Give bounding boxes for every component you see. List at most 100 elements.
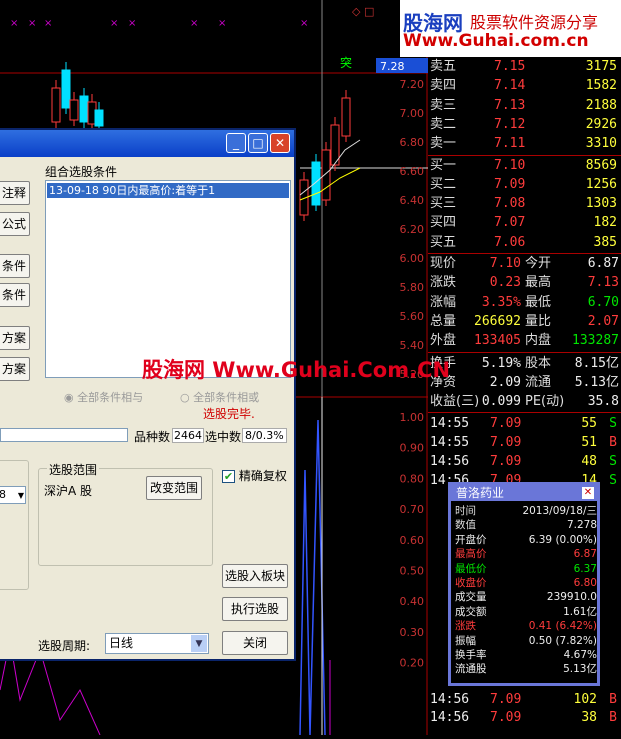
ask-price: 7.14 [494, 78, 526, 94]
bid-label: 买四 [430, 215, 457, 231]
bid-row: 买四 7.07 182 [428, 213, 621, 232]
tick-side: B [609, 710, 617, 725]
popup-value: 4.67% [563, 649, 597, 661]
diamond-marker: ◇ [352, 5, 361, 18]
popup-key: 最低价 [455, 562, 487, 575]
tick-vol: 51 [581, 435, 597, 451]
bid-price: 7.10 [494, 157, 526, 173]
tick-time: 14:55 [430, 416, 470, 432]
vol-tick-label: 0.70 [400, 503, 425, 516]
popup-row: 成交量 239910.0 [455, 590, 597, 604]
bid-row: 买二 7.09 1256 [428, 175, 621, 194]
price-tick-label: 6.20 [400, 223, 425, 236]
vol-tick-label: 0.80 [400, 472, 425, 485]
period-select[interactable]: 日线 ▼ [105, 633, 209, 654]
stat-row: 总量 266692 量比 2.07 [428, 312, 621, 331]
popup-row: 流通股 5.13亿 [455, 662, 597, 676]
stat-value: 0.099 [481, 394, 521, 410]
popup-row: 开盘价 6.39 (0.00%) [455, 533, 597, 547]
popup-row: 涨跌 0.41 (6.42%) [455, 619, 597, 633]
bid-vol: 8569 [585, 157, 617, 173]
close-icon[interactable]: ✕ [270, 133, 290, 153]
period-select-value: 日线 [109, 636, 134, 650]
exact-adjust-checkbox[interactable]: ✔ 精确复权 [222, 467, 287, 484]
ask-label: 卖三 [430, 97, 457, 113]
bid-row: 买五 7.06 385 [428, 233, 621, 252]
bid-label: 买三 [430, 196, 457, 212]
popup-value: 0.50 (7.82%) [528, 634, 597, 647]
tick-side: S [609, 473, 617, 489]
stat-value: 133287 [572, 333, 619, 349]
close-button[interactable]: 关闭 [222, 631, 288, 655]
annotate-button[interactable]: 注释 [0, 181, 30, 205]
stat-value: 2.07 [587, 313, 619, 329]
tick-row: 14:56 7.09 48 S [428, 452, 621, 471]
save-plan-button[interactable]: 方案 [0, 357, 30, 381]
partial-select[interactable]: 8 ▼ [0, 486, 26, 504]
formula-button[interactable]: 公式 [0, 212, 30, 236]
vol-tick-label: 0.90 [400, 442, 425, 455]
tick-vol: 102 [573, 692, 597, 707]
maximize-icon[interactable]: □ [248, 133, 268, 153]
ask-label: 卖五 [430, 59, 457, 74]
price-tick-label: 7.00 [400, 107, 425, 120]
tick-time: 14:56 [430, 454, 470, 470]
popup-row: 成交额 1.61亿 [455, 605, 597, 619]
stat-value: 0.23 [489, 275, 521, 291]
stat-label: 收益(三) [430, 394, 480, 410]
delete-condition-button[interactable]: 条件 [0, 283, 30, 307]
radio-or[interactable]: ○ 全部条件相或 [180, 389, 259, 405]
vol-tick-label: 0.20 [400, 657, 425, 670]
change-range-button[interactable]: 改变范围 [146, 476, 202, 500]
bar-info-popup: 普洛药业 ✕ 时间 2013/09/18/三 数值 7.278 开盘价 6.39 (0.0… [448, 482, 600, 686]
radio-and[interactable]: ◉ 全部条件相与 [64, 389, 143, 405]
candle-body [61, 69, 71, 109]
condition-item[interactable]: 13-09-18 90日内最高价:着等于1 [47, 183, 289, 198]
popup-value: 6.39 (0.00%) [528, 533, 597, 546]
popup-value: 6.87 [573, 548, 597, 561]
popup-key: 涨跌 [455, 620, 476, 633]
close-icon[interactable]: ✕ [582, 487, 594, 499]
chevron-down-icon: ▼ [191, 635, 207, 652]
stat-value: 7.13 [587, 275, 619, 291]
bid-label: 买二 [430, 176, 457, 192]
price-tick-label: 5.60 [400, 310, 425, 323]
popup-key: 时间 [455, 505, 476, 517]
run-selection-button[interactable]: 执行选股 [222, 597, 288, 621]
ask-row: 卖五 7.15 3175 [428, 57, 621, 76]
logo-url: Www.Guhai.com.cn [403, 31, 589, 51]
popup-row: 最高价 6.87 [455, 547, 597, 561]
popup-row: 数值 7.278 [455, 518, 597, 532]
tick-price: 7.09 [490, 416, 522, 432]
stat-row: 换手 5.19% 股本 8.15亿 [428, 354, 621, 373]
popup-row: 最低价 6.37 [455, 562, 597, 576]
condition-list[interactable]: 13-09-18 90日内最高价:着等于1 [45, 180, 291, 378]
minimize-icon[interactable]: _ [226, 133, 246, 153]
dialog-titlebar[interactable]: _ □ ✕ [0, 130, 294, 157]
candle-body [311, 161, 321, 206]
stat-label: 最高 [525, 275, 552, 291]
popup-row: 时间 2013/09/18/三 [455, 504, 597, 518]
tick-side: S [609, 454, 617, 470]
popup-key: 成交量 [455, 591, 487, 604]
ask-label: 卖四 [430, 78, 457, 94]
marker: × [190, 18, 198, 29]
candle-body [51, 87, 61, 123]
candle-body [69, 99, 79, 121]
stat-row: 现价 7.10 今开 6.87 [428, 254, 621, 273]
watermark: 股海网 Www.Guhai.Com.CN [142, 358, 451, 382]
add-condition-button[interactable]: 条件 [0, 254, 30, 278]
load-plan-button[interactable]: 方案 [0, 326, 30, 350]
radio-or-label: 全部条件相或 [193, 391, 260, 404]
chevron-down-icon: ▼ [17, 491, 24, 500]
popup-row: 振幅 0.50 (7.82%) [455, 634, 597, 648]
tick-row: 14:56 7.09 38 B [428, 708, 621, 727]
left-group [0, 460, 29, 590]
add-to-block-button[interactable]: 选股入板块 [222, 564, 288, 588]
popup-value: 239910.0 [546, 591, 597, 604]
period-label: 选股周期: [38, 639, 91, 653]
price-tick-label: 6.60 [400, 165, 425, 178]
ask-price: 7.11 [494, 136, 526, 152]
site-logo: 股海网 股票软件资源分享 Www.Guhai.com.cn [400, 0, 621, 57]
ask-vol: 1582 [585, 78, 617, 94]
